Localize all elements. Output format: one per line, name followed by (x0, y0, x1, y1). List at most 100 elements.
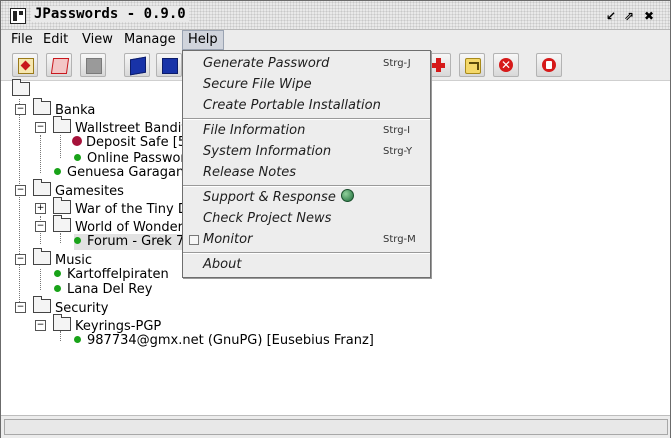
menu-separator (183, 185, 430, 187)
menu-item-create-portable-installation[interactable]: Create Portable Installation (183, 96, 430, 116)
folder-icon (53, 197, 71, 214)
tree-node-label: Keyrings-PGP (75, 319, 162, 334)
collapse-toggle[interactable]: − (35, 122, 46, 133)
open-file-icon (50, 58, 70, 74)
valid-status-icon (54, 285, 61, 292)
menu-item-support-response[interactable]: Support & Response (183, 188, 430, 208)
delete-icon: ✕ (499, 58, 513, 72)
tree-node-label: War of the Tiny Dw (75, 202, 199, 217)
menu-help[interactable]: Help (182, 30, 224, 50)
menu-item-check-project-news[interactable]: Check Project News (183, 209, 430, 229)
tree-node-label: Genuesa Garaganti (67, 165, 193, 180)
folder-icon (33, 98, 51, 115)
tree-folder-gamesites[interactable]: Gamesites (33, 179, 124, 199)
export-button[interactable] (459, 53, 485, 77)
lock-icon (542, 58, 556, 72)
folder-icon (53, 314, 71, 331)
tree-record-lana-del-rey[interactable]: Lana Del Rey (54, 282, 152, 298)
menu-item-file-information[interactable]: File Information Strg-I (183, 121, 430, 141)
tree-node-label: Wallstreet Bandits (75, 121, 194, 136)
tree-node-label: Gamesites (55, 184, 124, 199)
menu-manage[interactable]: Manage (119, 31, 181, 49)
status-field (4, 419, 668, 435)
lock-button[interactable] (536, 53, 562, 77)
maximize-icon[interactable]: ⇗ (622, 9, 636, 23)
tree-folder-world-of-wonders[interactable]: World of Wonders (53, 215, 190, 235)
export-icon (465, 58, 481, 74)
collapse-toggle[interactable]: − (35, 320, 46, 331)
collapse-toggle[interactable]: − (15, 185, 26, 196)
collapse-toggle[interactable]: − (15, 302, 26, 313)
blue-book-icon (130, 56, 146, 76)
open-book-button[interactable] (124, 53, 150, 77)
blue-books-icon (162, 58, 178, 74)
menu-separator (183, 118, 430, 120)
tree-node-label: World of Wonders (75, 220, 190, 235)
expired-status-icon (72, 136, 82, 146)
delete-button[interactable]: ✕ (493, 53, 519, 77)
collapse-toggle[interactable]: − (15, 254, 26, 265)
tree-folder-war-tiny[interactable]: War of the Tiny Dw (53, 197, 199, 217)
menu-item-monitor[interactable]: Monitor Strg-M (183, 230, 430, 250)
tree-root[interactable] (12, 79, 34, 98)
folder-icon (53, 215, 71, 232)
tree-folder-wallstreet[interactable]: Wallstreet Bandits (53, 116, 194, 136)
globe-icon (340, 189, 354, 202)
tree-record-deposit-safe[interactable]: Deposit Safe [5 (72, 135, 186, 151)
title-bar[interactable]: JPasswords - 0.9.0 ↙ ⇗ ✖ (1, 1, 670, 30)
tree-record-forum-grek[interactable]: Forum - Grek 79 (74, 234, 197, 250)
valid-status-icon (54, 168, 61, 175)
window-title: JPasswords - 0.9.0 (31, 6, 189, 22)
collapse-toggle[interactable]: − (35, 221, 46, 232)
tree-node-label: Lana Del Rey (67, 282, 153, 297)
tree-line (19, 99, 20, 308)
folder-icon (33, 179, 51, 196)
folder-icon (33, 296, 51, 313)
tree-folder-keyrings-pgp[interactable]: Keyrings-PGP (53, 314, 162, 334)
tree-line (60, 233, 61, 243)
tree-record-kartoffelpiraten[interactable]: Kartoffelpiraten (54, 267, 169, 283)
tree-node-label: Deposit Safe [5 (86, 135, 187, 150)
application-window: JPasswords - 0.9.0 ↙ ⇗ ✖ File Edit View … (0, 0, 671, 438)
expand-toggle[interactable]: + (35, 203, 46, 214)
menu-item-system-information[interactable]: System Information Strg-Y (183, 142, 430, 162)
status-bar (1, 415, 670, 438)
open-books-button[interactable] (156, 53, 182, 77)
tree-record-gmx[interactable]: 987734@gmx.net (GnuPG) [Eusebius Franz] (74, 333, 374, 349)
app-logo-icon (10, 8, 26, 24)
collapse-toggle[interactable]: − (15, 104, 26, 115)
tree-folder-banka[interactable]: Banka (33, 98, 95, 118)
menu-item-generate-password[interactable]: Generate Password Strg-J (183, 54, 430, 74)
tree-record-genuesa[interactable]: Genuesa Garaganti (54, 165, 193, 181)
new-file-icon (18, 58, 34, 74)
minimize-icon[interactable]: ↙ (604, 9, 618, 23)
tree-line (40, 135, 41, 173)
open-file-button[interactable] (46, 53, 72, 77)
add-record-icon (431, 58, 445, 72)
new-file-button[interactable] (12, 53, 38, 77)
close-icon[interactable]: ✖ (642, 9, 656, 23)
folder-icon (53, 116, 71, 133)
tree-node-label: Music (55, 253, 92, 268)
tree-line (60, 135, 61, 158)
menu-bar: File Edit View Manage Help (1, 30, 670, 50)
tree-folder-music[interactable]: Music (33, 248, 92, 268)
help-menu-dropdown: Generate Password Strg-J Secure File Wipe… (182, 50, 431, 278)
checkbox-icon[interactable] (189, 235, 199, 245)
tree-node-label: Online Passwor (87, 151, 186, 166)
valid-status-icon (54, 270, 61, 277)
disabled-button[interactable] (80, 53, 106, 77)
menu-item-release-notes[interactable]: Release Notes (183, 163, 430, 183)
disabled-icon (86, 58, 102, 74)
menu-edit[interactable]: Edit (38, 31, 73, 49)
menu-item-about[interactable]: About (183, 255, 430, 275)
tree-folder-security[interactable]: Security (33, 296, 108, 316)
valid-status-icon (74, 154, 81, 161)
menu-view[interactable]: View (77, 31, 118, 49)
valid-status-icon (74, 237, 81, 244)
menu-file[interactable]: File (6, 31, 38, 49)
tree-line (40, 269, 41, 290)
menu-item-secure-file-wipe[interactable]: Secure File Wipe (183, 75, 430, 95)
tree-node-label: Forum - Grek 79 (87, 234, 193, 249)
valid-status-icon (74, 336, 81, 343)
